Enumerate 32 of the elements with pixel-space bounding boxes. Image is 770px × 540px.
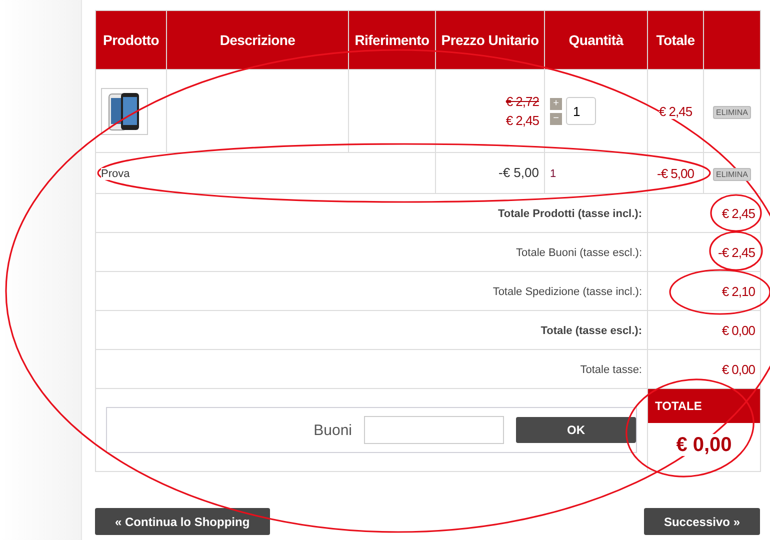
quantity-field[interactable]: 1 [566, 97, 596, 125]
summary-label: Totale tasse: [580, 364, 642, 376]
summary-value: € 0,00 [722, 322, 755, 338]
summary-value: -€ 2,45 [718, 244, 755, 260]
line-total: € 2,45 [658, 104, 692, 118]
column-header: Prezzo Unitario [436, 10, 544, 70]
phone-image-drawing [101, 88, 148, 134]
summary-label: Totale Buoni (tasse escl.): [516, 247, 642, 259]
summary-value: € 0,00 [722, 362, 755, 376]
delete-button[interactable]: ELIMINA [712, 168, 751, 181]
total-title: TOTALE [648, 389, 760, 423]
line-total: -€ 5,00 [657, 166, 694, 180]
column-header: Riferimento [348, 10, 436, 70]
next-button[interactable]: Successivo » [644, 508, 760, 535]
voucher-label: Buoni [314, 422, 352, 438]
voucher-name: Prova [101, 168, 130, 180]
summary-value: € 2,45 [722, 206, 755, 220]
grand-total: € 0,00 [674, 434, 734, 456]
ok-button[interactable]: OK [516, 417, 636, 443]
voucher-price: -€ 5,00 [498, 165, 539, 180]
column-header: Quantità [544, 10, 648, 70]
summary-label: Totale Prodotti (tasse incl.): [498, 208, 642, 220]
summary-label: Totale (tasse escl.): [540, 325, 642, 337]
column-header: Totale [648, 10, 704, 70]
delete-button[interactable]: ELIMINA [712, 106, 751, 119]
column-header: Prodotto [96, 10, 166, 70]
voucher-code-field[interactable] [364, 416, 504, 444]
summary-label: Totale Spedizione (tasse incl.): [492, 286, 642, 298]
summary-value: € 2,10 [722, 284, 755, 298]
continue-shopping-button[interactable]: « Continua lo Shopping [95, 508, 270, 535]
voucher-quantity: 1 [550, 168, 556, 180]
column-header: Descrizione [166, 10, 348, 70]
